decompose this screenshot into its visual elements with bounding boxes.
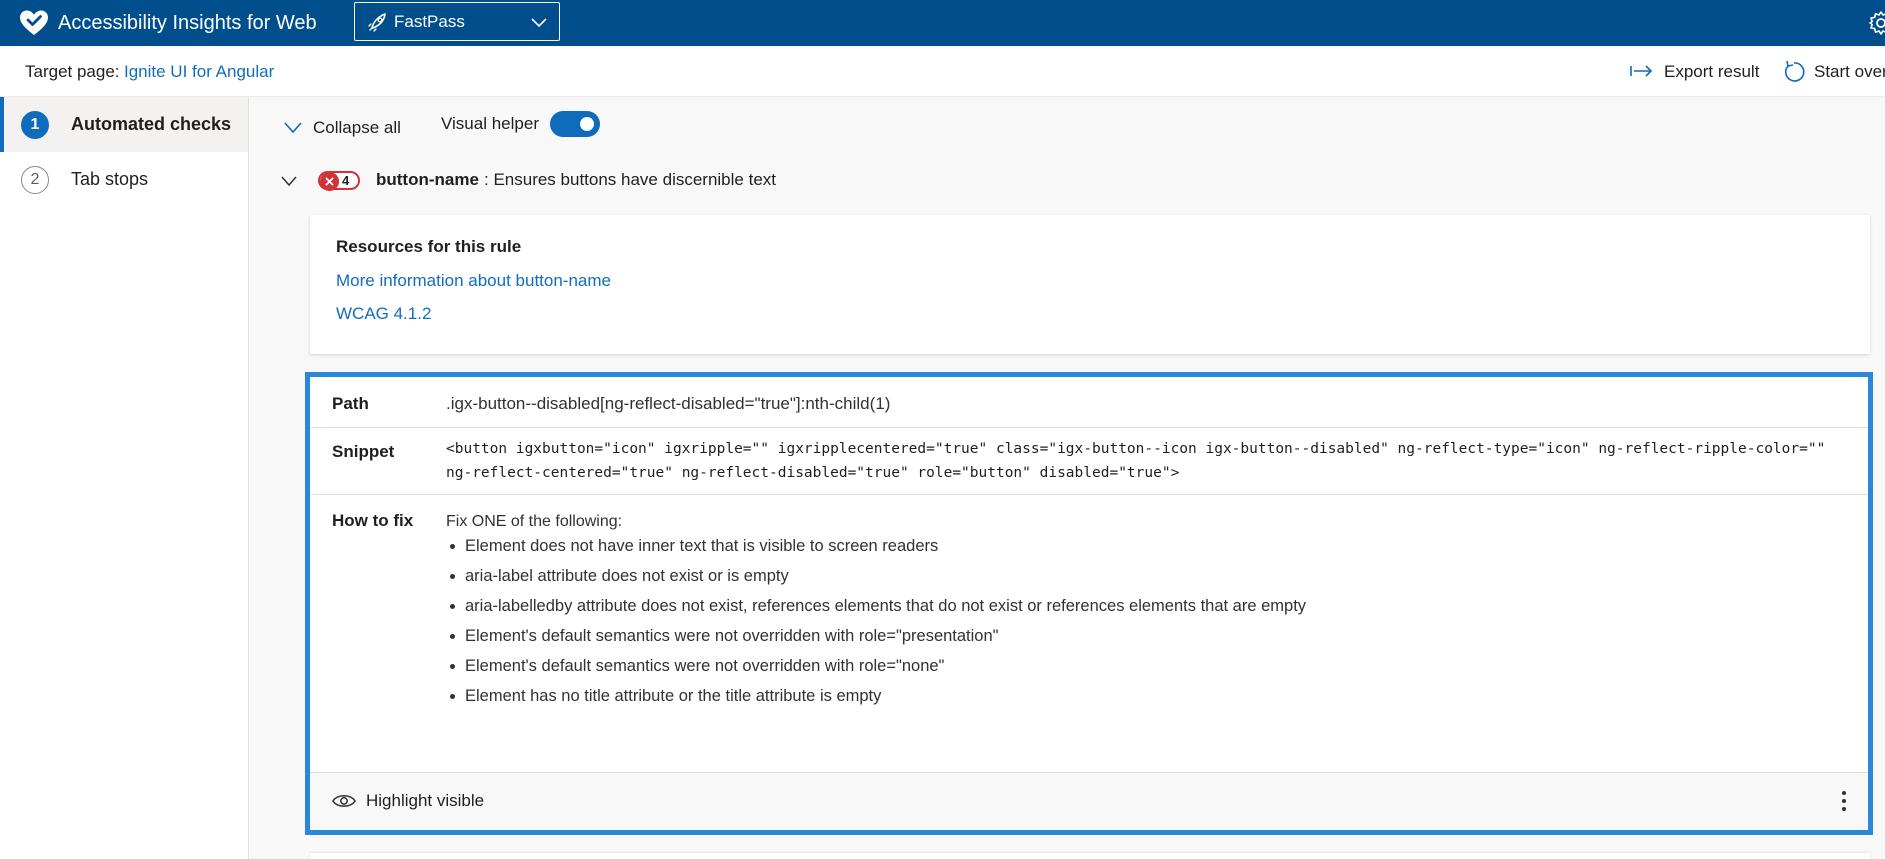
step-number: 1 xyxy=(21,111,49,139)
snippet-value: <button igxbutton="icon" igxripple="" ig… xyxy=(446,441,1826,481)
nav-item-label: Automated checks xyxy=(71,114,232,134)
fix-item: aria-labelledby attribute does not exist… xyxy=(446,596,1306,626)
target-page-label: Target page: xyxy=(25,62,120,81)
chevron-down-icon xyxy=(531,18,547,28)
command-bar: Target page: Ignite UI for Angular Expor… xyxy=(0,46,1885,97)
highlight-visible-label: Highlight visible xyxy=(366,791,485,810)
rule-info-link[interactable]: More information about button-name xyxy=(336,271,611,291)
resources-card: Resources for this rule More information… xyxy=(310,215,1870,354)
resources-title: Resources for this rule xyxy=(336,237,522,256)
path-value: .igx-button--disabled[ng-reflect-disable… xyxy=(446,394,891,413)
fix-item: aria-label attribute does not exist or i… xyxy=(446,566,1306,596)
rocket-icon xyxy=(368,13,386,32)
nav-item-tab-stops[interactable]: 2 Tab stops xyxy=(0,152,248,207)
snippet-row: Snippet <button igxbutton="icon" igxripp… xyxy=(310,428,1868,495)
fix-item: Element has no title attribute or the ti… xyxy=(446,686,1306,716)
how-to-fix-intro: Fix ONE of the following: xyxy=(446,513,623,530)
collapse-all-label: Collapse all xyxy=(313,118,401,137)
fix-item: Element does not have inner text that is… xyxy=(446,536,1306,566)
fix-item: Element's default semantics were not ove… xyxy=(446,626,1306,656)
how-to-fix-label: How to fix xyxy=(332,511,414,530)
app-header: Accessibility Insights for Web FastPass xyxy=(0,0,1885,46)
step-number: 2 xyxy=(21,166,49,194)
failure-count-badge: 4 xyxy=(318,171,360,191)
chevron-down-icon[interactable] xyxy=(280,175,298,187)
more-vertical-icon[interactable] xyxy=(1840,789,1848,813)
eye-icon xyxy=(332,795,356,807)
wcag-link[interactable]: WCAG 4.1.2 xyxy=(336,304,431,324)
how-to-fix-row: How to fix Fix ONE of the following: Ele… xyxy=(310,495,1868,773)
nav-item-label: Tab stops xyxy=(71,169,149,189)
failure-count: 4 xyxy=(342,173,350,188)
path-row: Path .igx-button--disabled[ng-reflect-di… xyxy=(310,377,1868,428)
path-label: Path xyxy=(332,394,369,413)
failure-instance-card[interactable]: Path .igx-button--disabled[ng-reflect-di… xyxy=(305,372,1873,835)
rule-group-header: 4 button-name : Ensures buttons have dis… xyxy=(280,167,1780,191)
toggle-knob xyxy=(580,117,594,131)
mode-dropdown-value: FastPass xyxy=(394,12,465,31)
target-page-link[interactable]: Ignite UI for Angular xyxy=(124,62,274,82)
error-icon xyxy=(320,172,339,191)
next-failure-card xyxy=(310,853,1870,859)
visual-helper-label: Visual helper xyxy=(441,114,539,133)
mode-dropdown[interactable]: FastPass xyxy=(354,2,560,41)
app-title: Accessibility Insights for Web xyxy=(58,12,317,34)
main-content: Collapse all Visual helper 4 button-name… xyxy=(250,97,1885,859)
gear-icon[interactable] xyxy=(1868,10,1885,36)
chevron-down-icon xyxy=(284,122,302,134)
refresh-icon xyxy=(1784,60,1805,82)
start-over-label: Start over xyxy=(1814,62,1885,81)
how-to-fix-list: Element does not have inner text that is… xyxy=(446,536,1306,716)
export-result-label: Export result xyxy=(1664,62,1760,81)
rule-description: : Ensures buttons have discernible text xyxy=(484,170,776,189)
snippet-label: Snippet xyxy=(332,442,395,461)
nav-item-automated-checks[interactable]: 1 Automated checks xyxy=(0,97,248,152)
heart-check-icon xyxy=(20,10,48,35)
rule-name: button-name xyxy=(376,170,479,189)
visual-helper-toggle[interactable] xyxy=(550,111,600,137)
fix-item: Element's default semantics were not ove… xyxy=(446,656,1306,686)
left-nav: 1 Automated checks 2 Tab stops xyxy=(0,97,249,859)
export-icon xyxy=(1630,65,1653,77)
failure-card-footer: Highlight visible xyxy=(310,773,1868,830)
